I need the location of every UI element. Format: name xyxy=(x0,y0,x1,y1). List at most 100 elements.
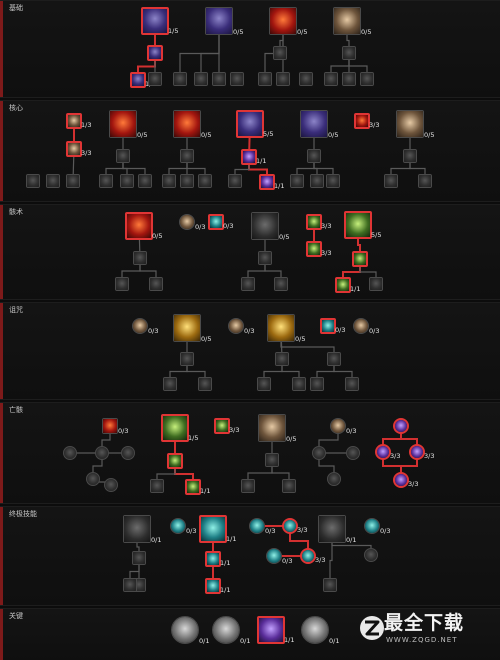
skill-node-a8[interactable] xyxy=(352,251,368,267)
skill-node-d22[interactable] xyxy=(346,446,360,460)
skill-node-u5[interactable]: 0/3 xyxy=(320,318,345,334)
skill-node-d9[interactable]: 3/3 xyxy=(393,472,418,488)
skill-node-b4[interactable]: 0/5 xyxy=(333,7,371,36)
skill-node-d23[interactable] xyxy=(327,472,341,486)
skill-node-d12[interactable] xyxy=(63,446,77,460)
skill-node-c25[interactable] xyxy=(384,174,398,188)
skill-node-a1[interactable]: 0/5 xyxy=(125,212,162,240)
skill-node-u3[interactable]: 0/3 xyxy=(228,318,254,335)
skill-node-d20[interactable] xyxy=(150,479,164,493)
skill-node-d1[interactable]: 0/3 xyxy=(102,418,128,435)
skill-node-b18[interactable] xyxy=(342,46,356,60)
skill-node-x10[interactable]: 1/1 xyxy=(205,551,230,567)
skill-node-a7[interactable]: 5/5 xyxy=(344,211,381,239)
skill-node-u11[interactable] xyxy=(257,377,271,391)
skill-node-a11[interactable] xyxy=(115,277,129,291)
skill-node-c7[interactable]: 3/3 xyxy=(354,113,379,129)
skill-node-b17[interactable] xyxy=(360,72,374,86)
skill-node-u14[interactable] xyxy=(310,377,324,391)
skill-node-b5[interactable] xyxy=(147,45,163,61)
skill-node-c10[interactable]: 1/1 xyxy=(259,174,284,190)
skill-node-k1[interactable]: 0/1 xyxy=(171,616,209,645)
skill-node-x8[interactable]: 0/3 xyxy=(266,548,292,565)
skill-node-d4[interactable]: 0/5 xyxy=(258,414,296,443)
skill-node-c11[interactable] xyxy=(116,149,130,163)
skill-node-u4[interactable]: 0/5 xyxy=(267,314,305,343)
skill-node-u8[interactable] xyxy=(163,377,177,391)
skill-node-u2[interactable]: 0/5 xyxy=(173,314,211,343)
skill-node-x7[interactable]: 0/3 xyxy=(364,518,390,535)
skill-node-b12[interactable] xyxy=(258,72,272,86)
skill-node-c9[interactable]: 1/1 xyxy=(241,149,266,165)
skill-node-a5[interactable]: 3/3 xyxy=(306,214,331,230)
skill-node-d5[interactable]: 0/3 xyxy=(330,418,356,435)
skill-node-c17[interactable] xyxy=(180,174,194,188)
skill-node-c29[interactable] xyxy=(26,174,40,188)
skill-node-u15[interactable] xyxy=(345,377,359,391)
skill-node-d17[interactable] xyxy=(265,453,279,467)
skill-node-b10[interactable] xyxy=(212,72,226,86)
skill-node-b6[interactable]: 1/1 xyxy=(130,72,155,88)
skill-node-b8[interactable] xyxy=(173,72,187,86)
skill-node-k2[interactable]: 0/1 xyxy=(212,616,250,645)
skill-node-c1[interactable]: 1/3 xyxy=(66,113,91,129)
skill-node-c4[interactable]: 0/5 xyxy=(173,110,211,139)
skill-node-d3[interactable]: 3/3 xyxy=(214,418,239,434)
skill-node-x6[interactable]: 0/1 xyxy=(318,515,356,544)
skill-node-a2[interactable]: 0/3 xyxy=(179,214,205,231)
skill-node-d19[interactable] xyxy=(282,479,296,493)
skill-node-u7[interactable] xyxy=(180,352,194,366)
skill-node-c20[interactable] xyxy=(307,149,321,163)
skill-node-b9[interactable] xyxy=(194,72,208,86)
skill-node-x11[interactable]: 1/1 xyxy=(205,578,230,594)
skill-node-x16[interactable] xyxy=(364,548,378,562)
skill-node-x14[interactable] xyxy=(123,578,137,592)
skill-node-d6[interactable] xyxy=(393,418,409,434)
skill-node-k4[interactable]: 0/1 xyxy=(301,616,339,645)
skill-node-a10[interactable] xyxy=(133,251,147,265)
skill-node-x3[interactable]: 1/1 xyxy=(199,515,236,543)
skill-node-x1[interactable]: 0/1 xyxy=(123,515,161,544)
skill-node-a13[interactable] xyxy=(258,251,272,265)
skill-node-c22[interactable] xyxy=(310,174,324,188)
skill-node-c15[interactable] xyxy=(180,149,194,163)
skill-node-d8[interactable]: 3/3 xyxy=(409,444,434,460)
skill-node-c13[interactable] xyxy=(120,174,134,188)
skill-node-u13[interactable] xyxy=(327,352,341,366)
skill-node-a4[interactable]: 0/5 xyxy=(251,212,289,241)
skill-node-c5[interactable]: 5/5 xyxy=(236,110,273,138)
skill-node-c19[interactable] xyxy=(228,174,242,188)
skill-node-x15[interactable] xyxy=(323,578,337,592)
skill-node-a3[interactable]: 0/3 xyxy=(208,214,233,230)
skill-node-a16[interactable] xyxy=(369,277,383,291)
skill-node-b11[interactable] xyxy=(230,72,244,86)
skill-node-c26[interactable] xyxy=(418,174,432,188)
skill-node-c2[interactable]: 3/3 xyxy=(66,141,91,157)
skill-node-x5[interactable]: 3/3 xyxy=(282,518,307,534)
skill-node-c24[interactable] xyxy=(403,149,417,163)
skill-node-a12[interactable] xyxy=(149,277,163,291)
skill-node-c16[interactable] xyxy=(162,174,176,188)
skill-node-u9[interactable] xyxy=(198,377,212,391)
skill-node-b14[interactable] xyxy=(299,72,313,86)
skill-node-a6[interactable]: 3/3 xyxy=(306,241,331,257)
skill-node-x2[interactable]: 0/3 xyxy=(170,518,196,535)
skill-node-c8[interactable]: 0/5 xyxy=(396,110,434,139)
skill-node-b13[interactable] xyxy=(276,72,290,86)
skill-node-d7[interactable]: 3/3 xyxy=(375,444,400,460)
skill-node-u12[interactable] xyxy=(292,377,306,391)
skill-node-d11[interactable]: 1/1 xyxy=(185,479,210,495)
skill-node-c21[interactable] xyxy=(290,174,304,188)
skill-node-b1[interactable]: 1/5 xyxy=(141,7,178,35)
skill-node-a14[interactable] xyxy=(241,277,255,291)
skill-node-b2[interactable]: 0/5 xyxy=(205,7,243,36)
skill-node-c28[interactable] xyxy=(46,174,60,188)
skill-node-b3[interactable]: 0/5 xyxy=(269,7,307,36)
skill-node-b7[interactable] xyxy=(148,72,162,86)
skill-node-c6[interactable]: 0/5 xyxy=(300,110,338,139)
skill-node-c14[interactable] xyxy=(138,174,152,188)
skill-node-d13[interactable] xyxy=(95,446,109,460)
skill-node-b15[interactable] xyxy=(324,72,338,86)
skill-node-d16[interactable] xyxy=(104,478,118,492)
skill-node-x12[interactable] xyxy=(132,551,146,565)
